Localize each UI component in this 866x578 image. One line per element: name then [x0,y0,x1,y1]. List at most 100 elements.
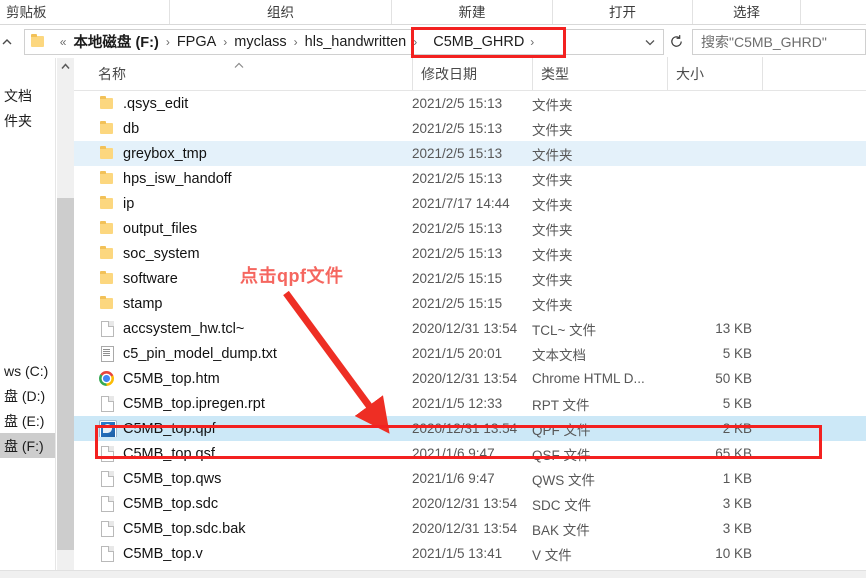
file-row[interactable]: .qsys_edit 2021/2/5 15:13 文件夹 [74,91,866,116]
file-row[interactable]: C5MB_top.v 2021/1/5 13:41 V 文件 10 KB [74,541,866,566]
file-name-label: c5_pin_model_dump.txt [123,345,277,362]
file-row[interactable]: c5_pin_model_dump.txt 2021/1/5 20:01 文本文档 5… [74,341,866,366]
file-date-cell: 2021/7/17 14:44 [412,196,510,211]
ribbon-group-select[interactable]: 选择 [693,0,801,24]
file-name-cell[interactable]: C5MB_top.sdc [74,495,412,512]
file-name-cell[interactable]: soc_system [74,245,412,262]
refresh-icon[interactable] [664,30,688,54]
breadcrumb-overflow[interactable]: « [54,35,73,49]
file-name-cell[interactable]: accsystem_hw.tcl~ [74,320,412,337]
folder-icon [98,145,116,162]
file-name-cell[interactable]: C5MB_top.htm [74,370,412,387]
nav-item-drive-e[interactable]: 盘 (E:) [0,408,55,433]
file-date-cell: 2021/1/5 20:01 [412,346,503,361]
nav-item-drive-f-label: 盘 (F:) [4,437,44,454]
file-row[interactable]: C5MB_top.sdc.bak 2020/12/31 13:54 BAK 文件 3 … [74,516,866,541]
file-list[interactable]: .qsys_edit 2021/2/5 15:13 文件夹 db 2021/2/5 15… [74,91,866,570]
breadcrumb-item-myclass[interactable]: myclass [233,34,287,50]
scrollbar-thumb[interactable] [57,198,74,550]
file-row[interactable]: hps_isw_handoff 2021/2/5 15:13 文件夹 [74,166,866,191]
breadcrumb-item-c5mb-ghrd[interactable]: C5MB_GHRD › [423,32,548,52]
file-name-cell[interactable]: output_files [74,220,412,237]
file-row[interactable]: accsystem_hw.tcl~ 2020/12/31 13:54 TCL~ 文件… [74,316,866,341]
file-date-cell: 2021/2/5 15:15 [412,296,503,311]
file-row[interactable]: greybox_tmp 2021/2/5 15:13 文件夹 [74,141,866,166]
breadcrumb-item-fpga[interactable]: FPGA [176,34,217,50]
file-name-label: ip [123,195,135,212]
file-name-cell[interactable]: stamp [74,295,412,312]
file-row[interactable]: output_files 2021/2/5 15:13 文件夹 [74,216,866,241]
address-bar-row: « 本地磁盘 (F:) › FPGA › myclass › hls_handw… [0,25,866,58]
file-size-cell: 5 KB [722,346,752,361]
file-row[interactable]: db 2021/2/5 15:13 文件夹 [74,116,866,141]
file-type-cell: V 文件 [532,547,572,563]
ribbon-group-trailing [801,0,866,24]
file-name-label: db [123,120,140,137]
file-row[interactable]: C5MB_top.ipregen.rpt 2021/1/5 12:33 RPT 文件… [74,391,866,416]
ribbon-group-open[interactable]: 打开 [553,0,693,24]
vertical-scrollbar[interactable] [57,58,74,570]
file-name-cell[interactable]: C5MB_top.sdc.bak [74,520,412,537]
breadcrumb-item-hls-handwritten[interactable]: hls_handwritten [304,34,408,50]
file-type-cell: 文件夹 [532,222,573,238]
breadcrumb-item-drive[interactable]: 本地磁盘 (F:) [72,31,159,52]
file-type-cell: 文件夹 [532,247,573,263]
file-name-cell[interactable]: c5_pin_model_dump.txt [74,345,412,362]
file-row[interactable]: C5MB_top.qpf 2020/12/31 13:54 QPF 文件 2 KB [74,416,866,441]
file-row[interactable]: C5MB_top.qsf 2021/1/6 9:47 QSF 文件 65 KB [74,441,866,466]
ribbon-group-select-label: 选择 [733,5,760,20]
file-name-cell[interactable]: C5MB_top.qsf [74,445,412,462]
file-date-cell: 2021/1/5 13:41 [412,546,503,561]
column-headers: 名称 修改日期 类型 大小 [74,57,866,91]
folder-icon [98,295,116,312]
nav-item-drive-e-label: 盘 (E:) [4,412,45,429]
file-type-cell: 文件夹 [532,197,573,213]
nav-item-drive-f[interactable]: 盘 (F:) [0,433,55,458]
file-name-cell[interactable]: C5MB_top.v [74,545,412,562]
file-name-label: C5MB_top.sdc.bak [123,520,246,537]
nav-item-folder[interactable]: 件夹 [0,108,55,133]
file-date-cell: 2021/2/5 15:13 [412,96,503,111]
file-name-cell[interactable]: C5MB_top.qws [74,470,412,487]
ribbon-group-clipboard[interactable]: 剪贴板 [0,0,170,24]
folder-icon [98,195,116,212]
file-name-cell[interactable]: C5MB_top.ipregen.rpt [74,395,412,412]
nav-item-drive-c[interactable]: ws (C:) [0,358,55,383]
file-row[interactable]: C5MB_top.htm 2020/12/31 13:54 Chrome HTML … [74,366,866,391]
address-bar[interactable]: « 本地磁盘 (F:) › FPGA › myclass › hls_handw… [23,28,665,55]
column-header-size[interactable]: 大小 [667,57,762,90]
file-name-cell[interactable]: .qsys_edit [74,95,412,112]
nav-item-documents[interactable]: 文档 [0,83,55,108]
search-input[interactable]: 搜索"C5MB_GHRD" [692,28,866,55]
ribbon-group-clipboard-label: 剪贴板 [6,5,47,20]
file-name-cell[interactable]: ip [74,195,412,212]
search-input-text: 搜索"C5MB_GHRD" [701,33,827,50]
ribbon-group-new[interactable]: 新建 [392,0,553,24]
nav-item-drive-d[interactable]: 盘 (D:) [0,383,55,408]
file-row[interactable]: C5MB_top.sdc 2020/12/31 13:54 SDC 文件 3 KB [74,491,866,516]
file-name-cell[interactable]: hps_isw_handoff [74,170,412,187]
file-size-cell: 1 KB [722,471,752,486]
file-name-cell[interactable]: db [74,120,412,137]
file-type-cell: BAK 文件 [532,522,590,538]
scroll-up-arrow-icon[interactable] [57,58,74,75]
file-row[interactable]: C5MB_top.qws 2021/1/6 9:47 QWS 文件 1 KB [74,466,866,491]
file-row[interactable]: stamp 2021/2/5 15:15 文件夹 [74,291,866,316]
file-row[interactable]: ip 2021/7/17 14:44 文件夹 [74,191,866,216]
file-name-cell[interactable]: greybox_tmp [74,145,412,162]
ribbon-group-organize[interactable]: 组织 [170,0,392,24]
column-header-date-modified[interactable]: 修改日期 [412,57,532,90]
column-header-type[interactable]: 类型 [532,57,667,90]
file-name-cell[interactable]: software [74,270,412,287]
file-row[interactable]: soc_system 2021/2/5 15:13 文件夹 [74,241,866,266]
file-type-cell: 文件夹 [532,272,573,288]
file-name-label: greybox_tmp [123,145,207,162]
file-name-label: software [123,270,178,287]
file-name-label: C5MB_top.v [123,545,203,562]
folder-icon [98,95,116,112]
chevron-down-icon[interactable] [639,30,661,54]
file-row[interactable]: software 2021/2/5 15:15 文件夹 [74,266,866,291]
column-header-name[interactable]: 名称 [74,57,412,90]
file-name-cell[interactable]: C5MB_top.qpf [74,420,412,437]
chevron-up-icon[interactable] [0,29,22,55]
